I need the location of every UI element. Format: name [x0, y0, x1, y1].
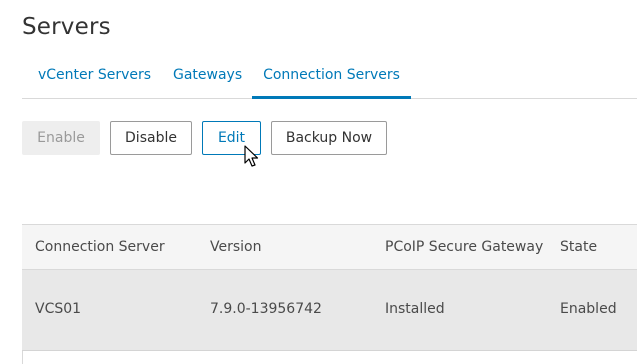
table-header-row: Connection Server Version PCoIP Secure G… — [22, 225, 637, 270]
mouse-pointer-icon — [243, 145, 261, 169]
disable-button[interactable]: Disable — [110, 121, 192, 155]
column-header-connection-server[interactable]: Connection Server — [35, 239, 165, 255]
column-header-pcoip-secure-gateway[interactable]: PCoIP Secure Gateway — [385, 239, 543, 255]
cell-pcoip-secure-gateway: Installed — [385, 301, 445, 317]
backup-now-button[interactable]: Backup Now — [271, 121, 387, 155]
tab-bar: vCenter Servers Gateways Connection Serv… — [22, 60, 637, 99]
connection-servers-table: Connection Server Version PCoIP Secure G… — [22, 224, 637, 364]
table-row[interactable]: VCS01 7.9.0-13956742 Installed Enabled — [22, 270, 637, 351]
tab-gateways[interactable]: Gateways — [173, 60, 242, 96]
page-title: Servers — [22, 14, 111, 40]
tab-vcenter-servers[interactable]: vCenter Servers — [38, 60, 151, 96]
cell-state: Enabled — [560, 301, 617, 317]
cell-connection-server: VCS01 — [35, 301, 82, 317]
cell-version: 7.9.0-13956742 — [210, 301, 322, 317]
tab-connection-servers[interactable]: Connection Servers — [252, 60, 411, 99]
enable-button[interactable]: Enable — [22, 121, 100, 155]
servers-page: Servers vCenter Servers Gateways Connect… — [0, 0, 637, 364]
column-header-state[interactable]: State — [560, 239, 597, 255]
column-header-version[interactable]: Version — [210, 239, 261, 255]
